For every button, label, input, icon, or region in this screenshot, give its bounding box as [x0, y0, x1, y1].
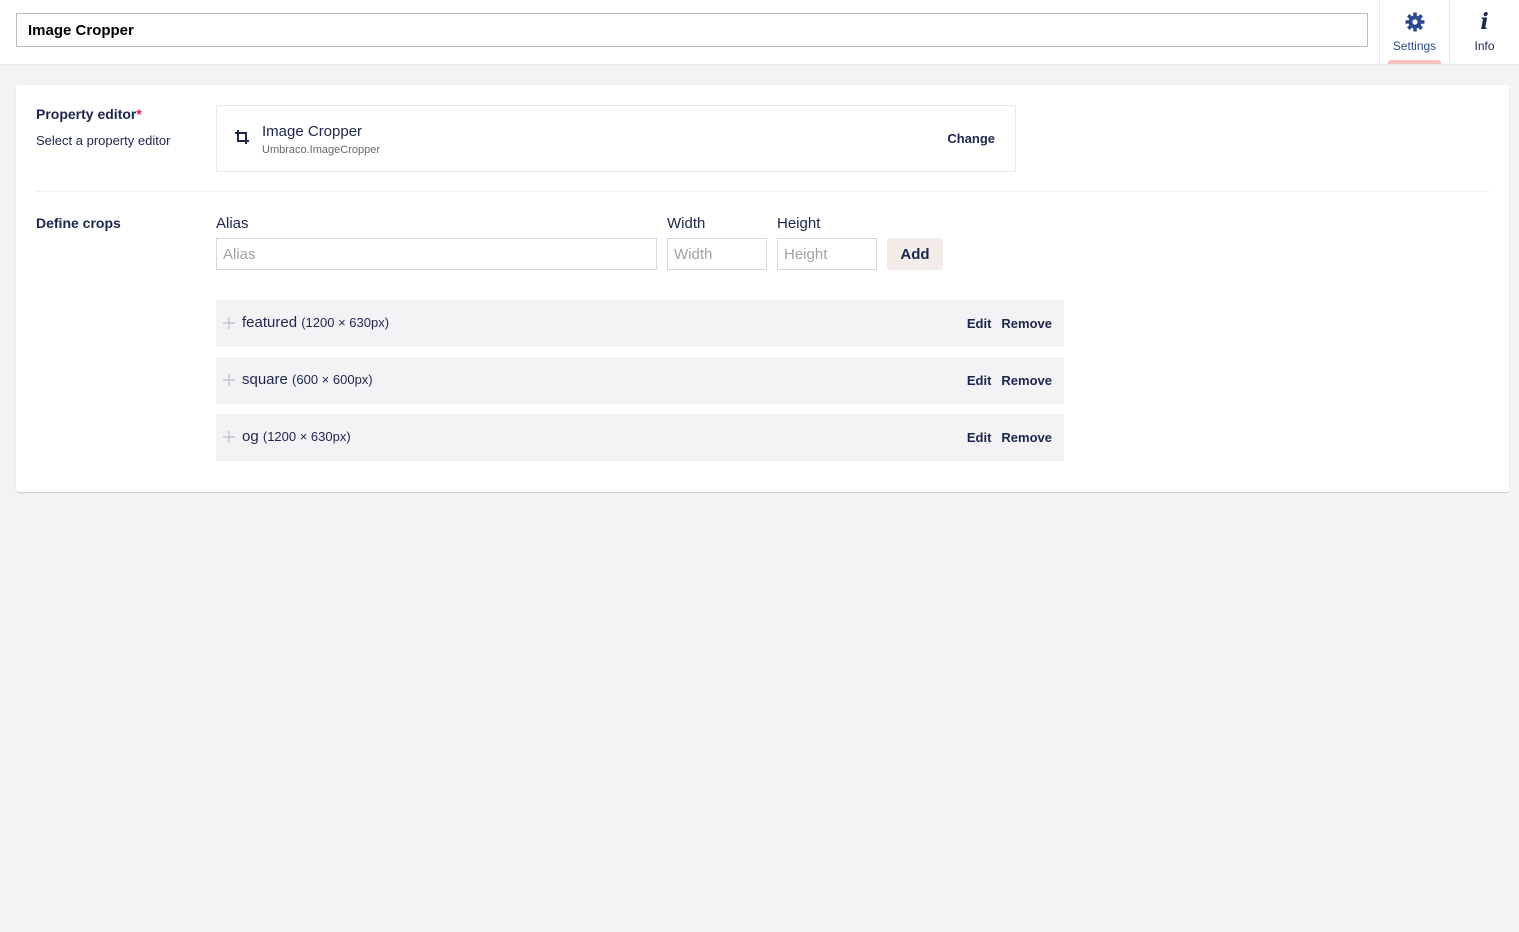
- crop-label: featured (1200 × 630px): [242, 314, 389, 331]
- height-input[interactable]: [777, 238, 877, 270]
- crop-alias: og: [242, 428, 259, 445]
- property-editor-description: Select a property editor: [36, 133, 171, 148]
- crop-dimensions: (1200 × 630px): [301, 315, 390, 330]
- crop-row-og: og (1200 × 630px) Edit Remove: [216, 414, 1064, 461]
- change-button[interactable]: Change: [947, 131, 995, 146]
- add-crop-button[interactable]: Add: [887, 238, 943, 270]
- gear-icon: [1404, 11, 1426, 33]
- settings-panel: Property editor* Select a property edito…: [16, 85, 1509, 492]
- edit-crop-button[interactable]: Edit: [967, 430, 992, 445]
- tab-info-label: Info: [1474, 39, 1495, 53]
- editor-alias: Umbraco.ImageCropper: [262, 144, 380, 156]
- drag-handle-icon[interactable]: [223, 316, 235, 334]
- crop-actions: Edit Remove: [967, 373, 1052, 388]
- property-editor-label-text: Property editor: [36, 106, 137, 122]
- height-label: Height: [777, 215, 821, 232]
- tab-info[interactable]: i Info: [1449, 0, 1519, 64]
- crop-alias: square: [242, 371, 288, 388]
- editor-header: Settings i Info: [0, 0, 1519, 65]
- active-tab-indicator: [1388, 60, 1441, 64]
- selected-property-editor: Image Cropper Umbraco.ImageCropper Chang…: [216, 105, 1016, 172]
- header-tabs: Settings i Info: [1379, 0, 1519, 64]
- define-crops-label: Define crops: [36, 215, 121, 231]
- crop-label: og (1200 × 630px): [242, 428, 351, 445]
- drag-handle-icon[interactable]: [223, 373, 235, 391]
- remove-crop-button[interactable]: Remove: [1001, 373, 1052, 388]
- tab-settings-label: Settings: [1392, 39, 1437, 53]
- info-icon: i: [1480, 9, 1489, 35]
- width-label: Width: [667, 215, 706, 232]
- remove-crop-button[interactable]: Remove: [1001, 316, 1052, 331]
- crop-actions: Edit Remove: [967, 316, 1052, 331]
- editor-name: Image Cropper: [262, 123, 363, 140]
- alias-label: Alias: [216, 215, 249, 232]
- crop-icon: [235, 130, 249, 149]
- crop-dimensions: (600 × 600px): [292, 372, 373, 387]
- edit-crop-button[interactable]: Edit: [967, 316, 992, 331]
- divider: [36, 191, 1489, 192]
- remove-crop-button[interactable]: Remove: [1001, 430, 1052, 445]
- crop-actions: Edit Remove: [967, 430, 1052, 445]
- edit-crop-button[interactable]: Edit: [967, 373, 992, 388]
- required-mark: *: [136, 106, 142, 122]
- alias-input[interactable]: [216, 238, 657, 270]
- property-editor-label: Property editor*: [36, 106, 142, 122]
- crop-row-featured: featured (1200 × 630px) Edit Remove: [216, 300, 1064, 347]
- crop-row-square: square (600 × 600px) Edit Remove: [216, 357, 1064, 404]
- tab-settings[interactable]: Settings: [1379, 0, 1449, 64]
- name-input[interactable]: [16, 13, 1368, 47]
- drag-handle-icon[interactable]: [223, 430, 235, 448]
- crop-dimensions: (1200 × 630px): [262, 429, 351, 444]
- crop-label: square (600 × 600px): [242, 371, 373, 388]
- width-input[interactable]: [667, 238, 767, 270]
- crop-alias: featured: [242, 314, 298, 331]
